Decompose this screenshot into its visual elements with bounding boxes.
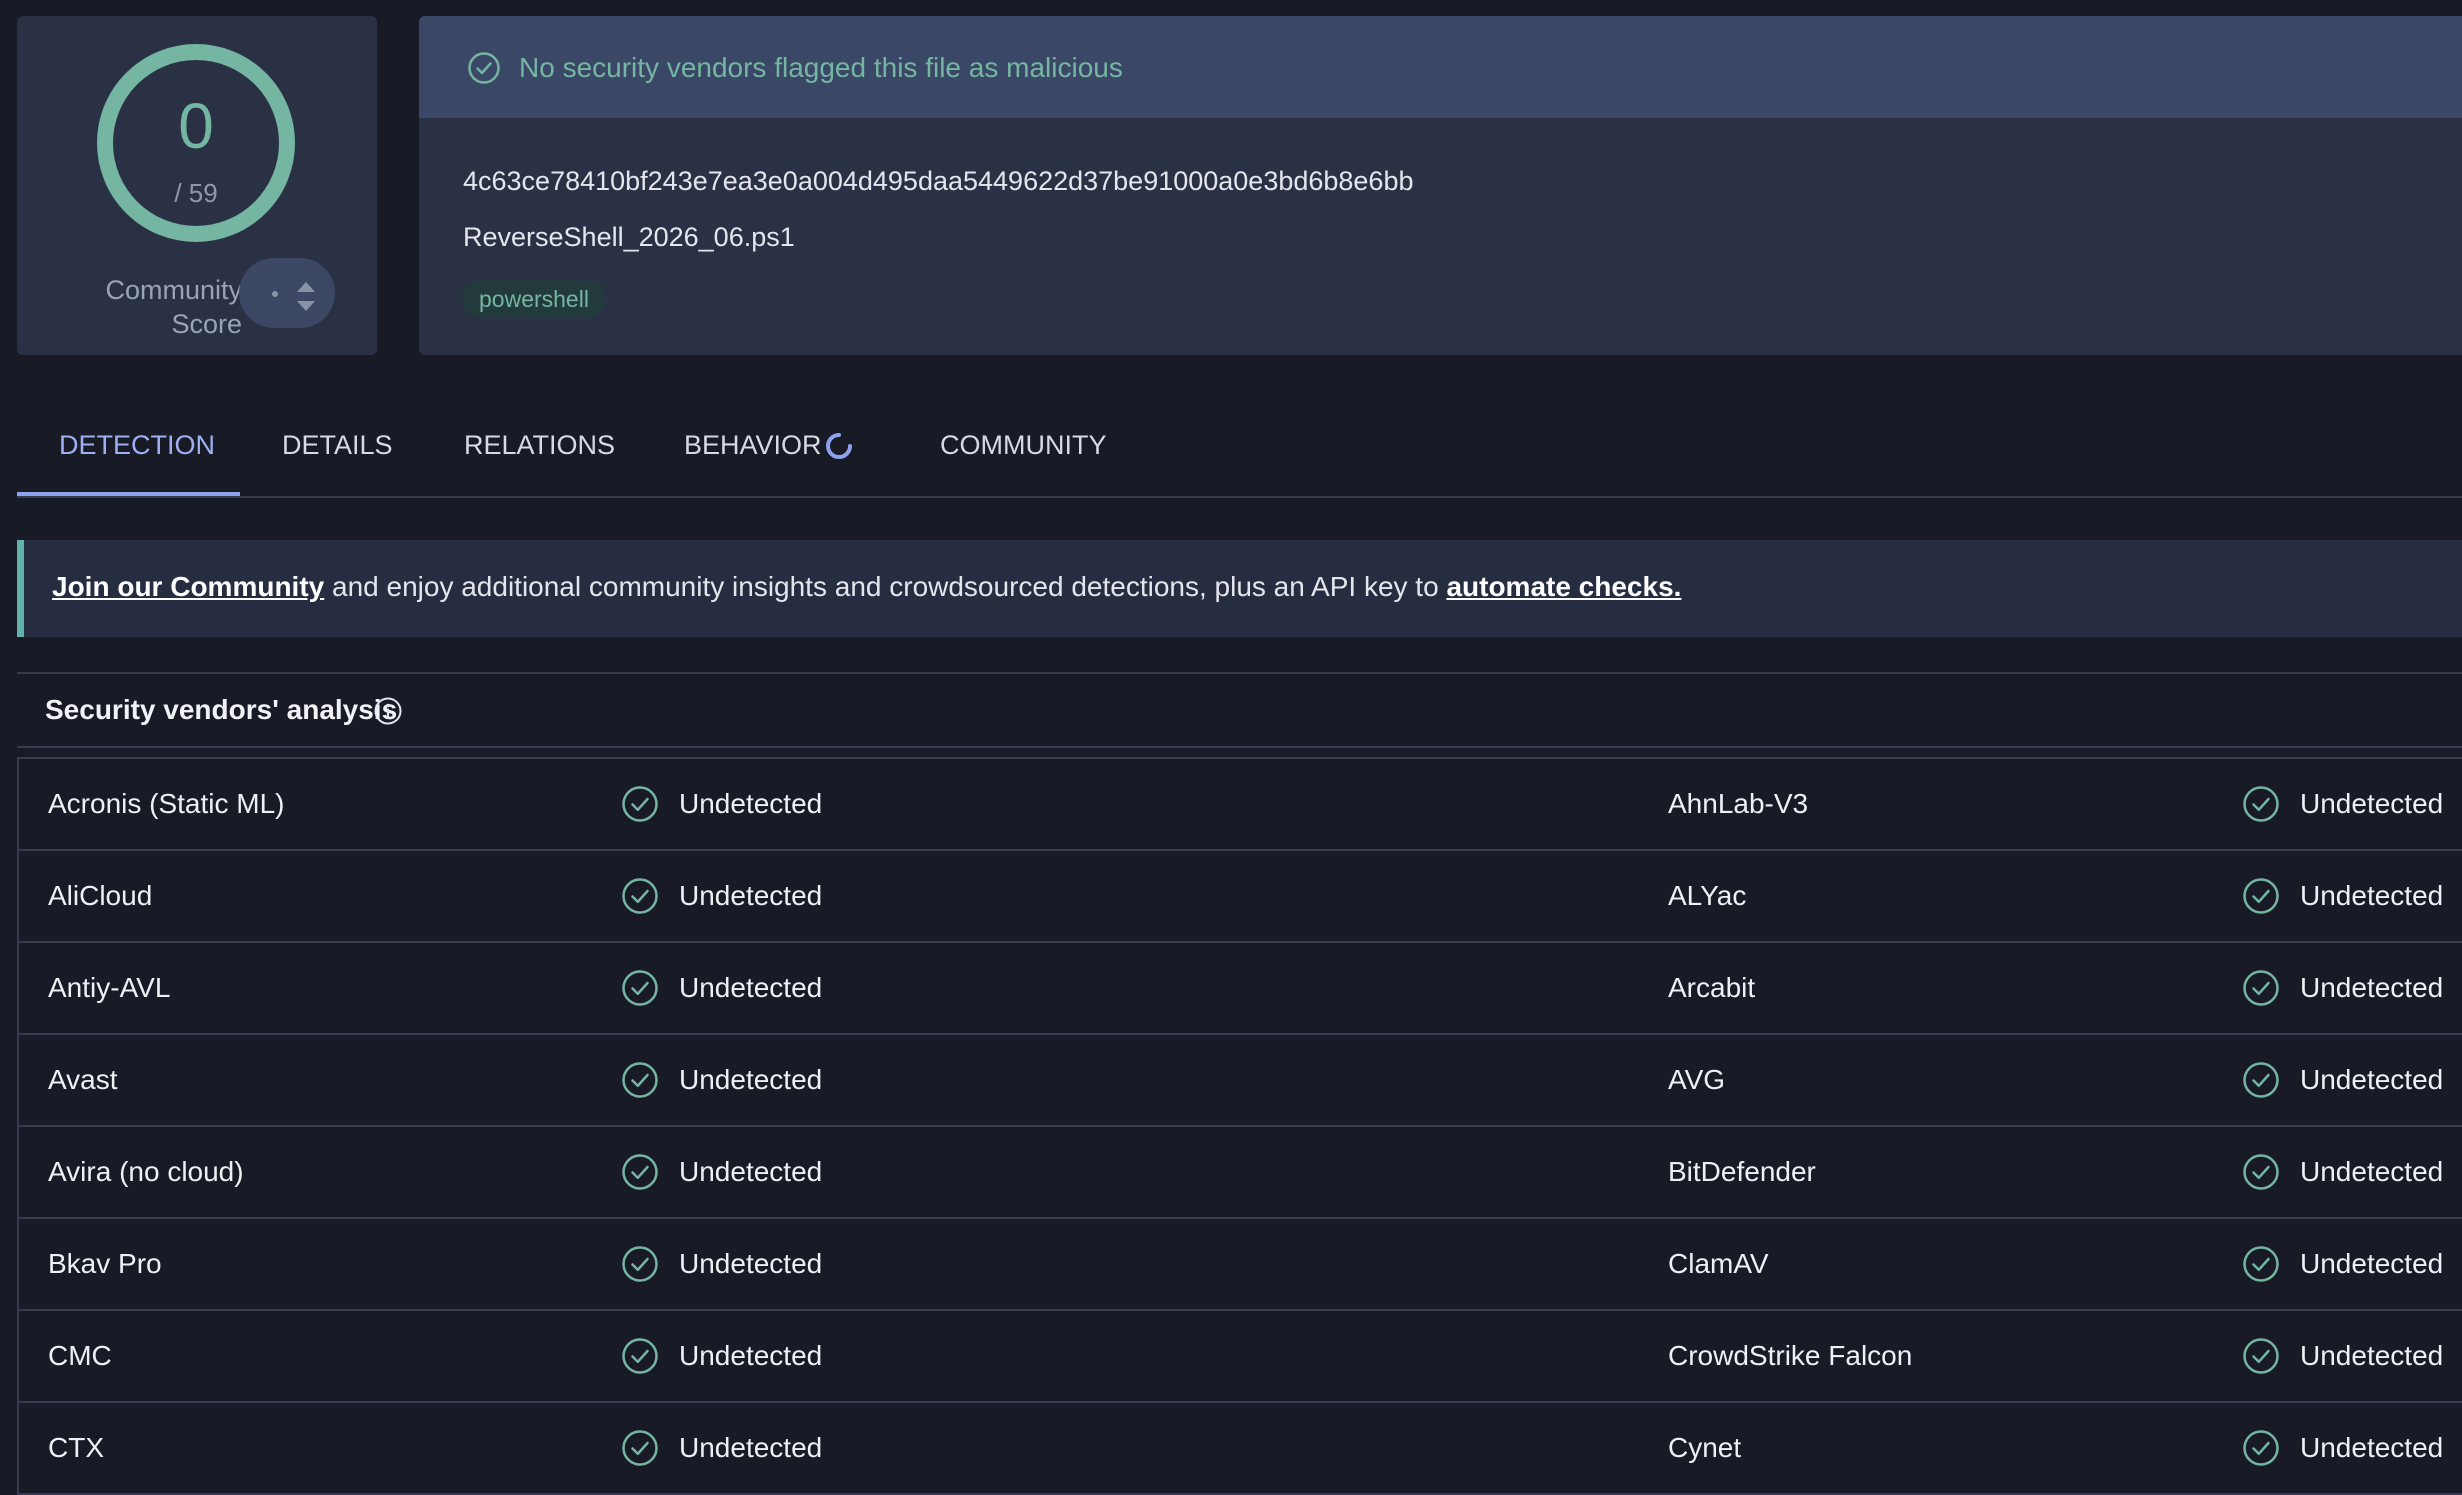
check-circle-icon: [2243, 1246, 2279, 1282]
detection-status: Undetected: [2300, 1432, 2444, 1463]
active-tab-indicator: [17, 492, 240, 496]
check-circle-icon: [622, 786, 658, 822]
vendor-name: Acronis (Static ML): [48, 788, 285, 819]
check-circle-icon: [2243, 1062, 2279, 1098]
file-type-tag[interactable]: powershell: [462, 280, 606, 318]
detection-status: Undetected: [679, 1156, 823, 1187]
vendor-name: AhnLab-V3: [1668, 788, 1809, 819]
vendor-name: AVG: [1668, 1064, 1726, 1095]
report-tabs: DETECTION DETAILS RELATIONS BEHAVIOR COM…: [17, 395, 2462, 498]
vendor-name: CTX: [48, 1432, 104, 1463]
info-icon[interactable]: [373, 696, 403, 726]
check-circle-icon: [622, 1338, 658, 1374]
detection-status: Undetected: [2300, 972, 2444, 1003]
detection-status: Undetected: [679, 788, 823, 819]
tab-behavior[interactable]: BEHAVIOR: [684, 395, 822, 496]
detection-status: Undetected: [2300, 788, 2444, 819]
loading-spinner-icon: [826, 433, 852, 459]
vendor-table: Acronis (Static ML) Undetected AhnLab-V3…: [17, 757, 2462, 1495]
vendor-name: ALYac: [1668, 880, 1747, 911]
detection-status: Undetected: [2300, 1156, 2444, 1187]
tab-relations[interactable]: RELATIONS: [464, 395, 615, 496]
table-row: Bkav Pro Undetected ClamAV Undetected: [19, 1219, 2462, 1311]
section-title: Security vendors' analysis: [45, 694, 398, 725]
detection-status: Undetected: [2300, 1248, 2444, 1279]
notice-body: and enjoy additional community insights …: [324, 571, 1447, 602]
community-score-value: [272, 291, 278, 297]
check-circle-icon: [2243, 1430, 2279, 1466]
detection-count: 0: [178, 90, 214, 162]
vendor-name: Arcabit: [1668, 972, 1756, 1003]
vendor-total: / 59: [174, 178, 218, 208]
vendor-name: BitDefender: [1668, 1156, 1816, 1187]
tab-details[interactable]: DETAILS: [282, 395, 393, 496]
check-circle-icon: [622, 1246, 658, 1282]
file-summary-card: No security vendors flagged this file as…: [419, 16, 2462, 355]
community-notice: Join our Community and enjoy additional …: [17, 540, 2462, 637]
detection-status: Undetected: [2300, 1064, 2444, 1095]
table-row: Acronis (Static ML) Undetected AhnLab-V3…: [19, 759, 2462, 851]
vendors-analysis-header: Security vendors' analysis: [17, 672, 2462, 748]
detection-status: Undetected: [679, 1340, 823, 1371]
check-circle-icon: [622, 1154, 658, 1190]
table-row: CTX Undetected Cynet Undetected: [19, 1403, 2462, 1495]
vendor-name: Antiy-AVL: [48, 972, 171, 1003]
check-circle-icon: [2243, 1338, 2279, 1374]
check-circle-icon: [468, 52, 500, 84]
table-row: AliCloud Undetected ALYac Undetected: [19, 851, 2462, 943]
detection-status: Undetected: [679, 1248, 823, 1279]
vendor-name: ClamAV: [1668, 1248, 1769, 1279]
vendor-name: AliCloud: [48, 880, 153, 911]
detection-status: Undetected: [679, 1064, 823, 1095]
check-circle-icon: [2243, 786, 2279, 822]
detection-status: Undetected: [2300, 880, 2444, 911]
table-row: Antiy-AVL Undetected Arcabit Undetected: [19, 943, 2462, 1035]
vendor-name: Bkav Pro: [48, 1248, 162, 1279]
table-row: CMC Undetected CrowdStrike Falcon Undete…: [19, 1311, 2462, 1403]
automate-checks-link[interactable]: automate checks.: [1446, 571, 1681, 602]
detection-status: Undetected: [2300, 1340, 2444, 1371]
table-row: Avast Undetected AVG Undetected: [19, 1035, 2462, 1127]
join-community-link[interactable]: Join our Community: [52, 571, 324, 602]
file-name: ReverseShell_2026_06.ps1: [463, 222, 795, 252]
detection-score-card: 0 / 59 Community Score: [17, 16, 377, 355]
vendor-name: Avira (no cloud): [48, 1156, 244, 1187]
detection-status: Undetected: [679, 880, 823, 911]
check-circle-icon: [622, 1062, 658, 1098]
community-vote-control[interactable]: [239, 258, 335, 328]
tab-detection[interactable]: DETECTION: [59, 395, 215, 496]
check-circle-icon: [2243, 878, 2279, 914]
check-circle-icon: [622, 878, 658, 914]
file-hash: 4c63ce78410bf243e7ea3e0a004d495daa544962…: [463, 166, 1414, 196]
vote-up-icon[interactable]: [297, 282, 315, 292]
vendor-name: Avast: [48, 1064, 118, 1095]
check-circle-icon: [622, 970, 658, 1006]
check-circle-icon: [2243, 970, 2279, 1006]
community-score-label: Community Score: [105, 275, 242, 339]
detection-status: Undetected: [679, 1432, 823, 1463]
notice-accent-bar: [17, 540, 24, 637]
table-row: Avira (no cloud) Undetected BitDefender …: [19, 1127, 2462, 1219]
tab-community[interactable]: COMMUNITY: [940, 395, 1106, 496]
check-circle-icon: [622, 1430, 658, 1466]
vendor-name: CMC: [48, 1340, 112, 1371]
verdict-banner: No security vendors flagged this file as…: [419, 16, 2462, 118]
notice-text: Join our Community and enjoy additional …: [52, 571, 1681, 603]
vendor-name: Cynet: [1668, 1432, 1742, 1463]
check-circle-icon: [2243, 1154, 2279, 1190]
vote-down-icon[interactable]: [297, 301, 315, 311]
vendor-name: CrowdStrike Falcon: [1668, 1340, 1913, 1371]
detection-status: Undetected: [679, 972, 823, 1003]
verdict-text: No security vendors flagged this file as…: [519, 52, 1123, 83]
